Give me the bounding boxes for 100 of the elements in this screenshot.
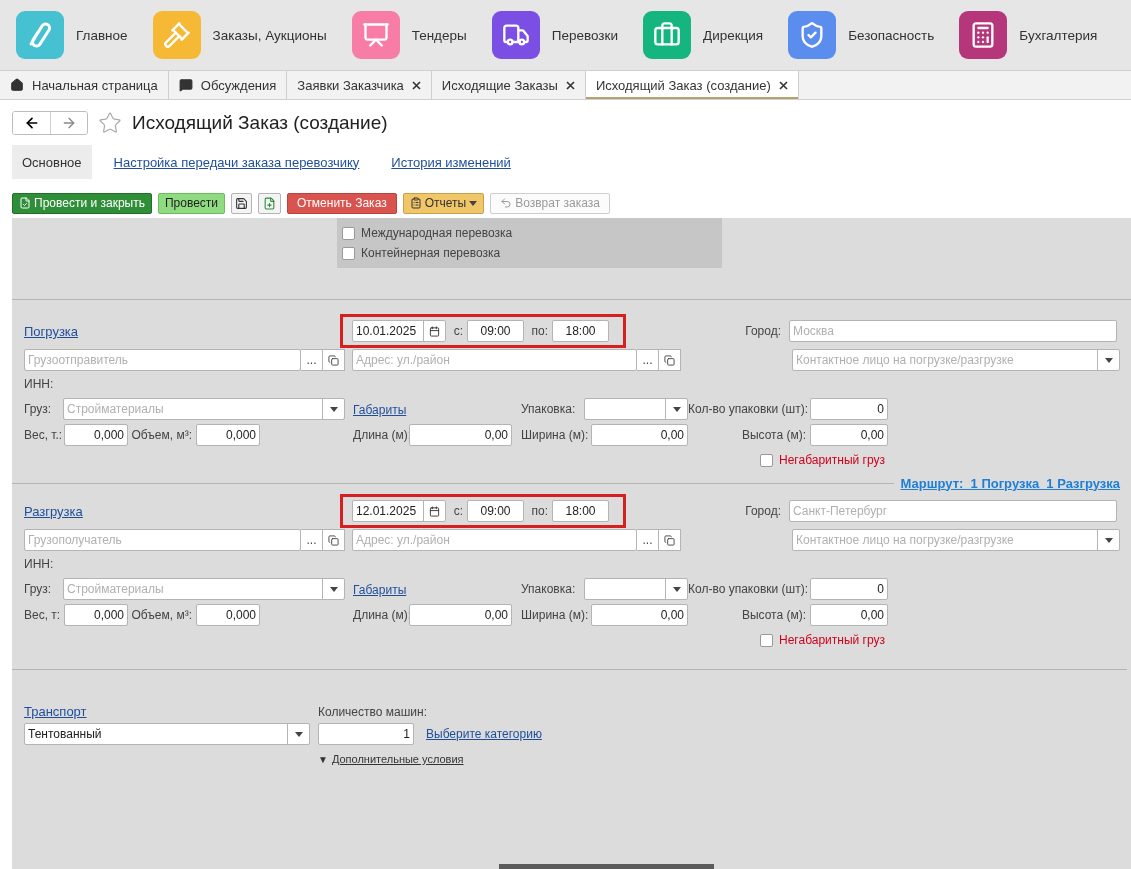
dimensions-link[interactable]: Габариты: [353, 583, 407, 597]
field-label: Груз:: [24, 402, 53, 416]
field-label: Вес, т.:: [24, 428, 64, 442]
packaging-dropdown[interactable]: [584, 398, 688, 420]
time-field[interactable]: 09:00: [467, 500, 524, 522]
time-field[interactable]: 09:00: [467, 320, 524, 342]
field-label: Объем, м³:: [130, 428, 193, 442]
nav-item[interactable]: Заказы, Аукционы: [152, 11, 327, 59]
height-field[interactable]: 0,00: [810, 604, 888, 626]
transport-type-dropdown[interactable]: Тентованный: [24, 723, 310, 745]
date-field[interactable]: 12.01.2025: [352, 500, 446, 522]
open-button[interactable]: [659, 349, 681, 371]
checkbox[interactable]: [342, 226, 355, 240]
caret-icon: [329, 406, 338, 412]
weight-field[interactable]: 0,000: [64, 604, 128, 626]
packaging-dropdown[interactable]: [584, 578, 688, 600]
field-label: Груз:: [24, 582, 53, 596]
field-label: ИНН:: [24, 557, 54, 571]
post-and-close-button[interactable]: Провести и закрыть: [12, 192, 152, 214]
open-icon: [664, 354, 675, 366]
save-button[interactable]: [231, 192, 253, 214]
star-icon[interactable]: [98, 111, 122, 135]
nav-item[interactable]: Главное: [16, 11, 128, 59]
open-button[interactable]: [323, 529, 345, 551]
tab[interactable]: Исходящий Заказ (создание): [585, 71, 799, 99]
open-icon: [328, 534, 339, 546]
open-icon: [328, 354, 339, 366]
report-icon: [409, 197, 422, 209]
forward-arrow-icon: [61, 115, 77, 131]
document-plus-icon: [263, 196, 277, 210]
caret-icon: [672, 586, 681, 592]
chat-icon: [178, 78, 193, 92]
time-field[interactable]: 18:00: [552, 500, 609, 522]
select-button[interactable]: ...: [637, 349, 659, 371]
field-label: Количество машин:: [318, 705, 427, 720]
calendar-icon: [429, 325, 440, 337]
select-button[interactable]: ...: [301, 529, 323, 551]
tab[interactable]: Обсуждения: [168, 71, 288, 99]
select-button[interactable]: ...: [637, 529, 659, 551]
field-label: Ширина (м):: [521, 428, 590, 442]
checkbox-label: Контейнерная перевозка: [361, 246, 501, 260]
checkbox-label: Негабаритный груз: [779, 453, 885, 467]
field-label: ИНН:: [24, 377, 54, 391]
select-button[interactable]: ...: [301, 349, 323, 371]
expand-arrow[interactable]: ▼: [318, 753, 328, 765]
section-link[interactable]: Погрузка: [24, 324, 79, 339]
field-label: Город:: [744, 324, 782, 338]
caret-icon: [1104, 357, 1113, 363]
width-field[interactable]: 0,00: [591, 424, 688, 446]
checkbox[interactable]: [760, 633, 773, 647]
tab[interactable]: Начальная страница: [0, 71, 169, 99]
height-field[interactable]: 0,00: [810, 424, 888, 446]
nav-item[interactable]: Перевозки: [491, 11, 618, 59]
field-label: Кол-во упаковки (шт):: [688, 582, 809, 596]
pack-count-field[interactable]: 0: [810, 398, 888, 420]
post-button[interactable]: Провести: [157, 192, 226, 214]
save-icon: [235, 196, 249, 210]
checkbox[interactable]: [760, 453, 773, 467]
section-tab[interactable]: История изменений: [381, 145, 521, 179]
field-label: Высота (м):: [740, 428, 807, 442]
length-field[interactable]: 0,00: [409, 604, 512, 626]
tab[interactable]: Исходящие Заказы: [431, 71, 586, 99]
cancel-order-button[interactable]: Отменить Заказ: [287, 192, 397, 214]
tab[interactable]: Заявки Заказчика: [287, 71, 432, 99]
vehicle-count-field[interactable]: 1: [318, 723, 414, 745]
section-tab[interactable]: Основное: [12, 145, 92, 179]
extra-conditions-link[interactable]: Дополнительные условия: [331, 753, 464, 765]
open-button[interactable]: [659, 529, 681, 551]
field-label: Объем, м³:: [130, 608, 193, 622]
nav-item[interactable]: Дирекция: [643, 11, 764, 59]
width-field[interactable]: 0,00: [591, 604, 688, 626]
volume-field[interactable]: 0,000: [196, 604, 260, 626]
checkbox-label: Международная перевозка: [361, 226, 513, 240]
section-tab[interactable]: Настройка передачи заказа перевозчику: [103, 145, 370, 179]
dimensions-link[interactable]: Габариты: [353, 403, 407, 417]
nav-item[interactable]: Бухгалтерия: [959, 11, 1098, 59]
field-label: по:: [530, 504, 549, 518]
section-link[interactable]: Разгрузка: [24, 504, 83, 519]
checkbox[interactable]: [342, 246, 355, 260]
open-button[interactable]: [323, 349, 345, 371]
weight-field[interactable]: 0,000: [64, 424, 128, 446]
pack-count-field[interactable]: 0: [810, 578, 888, 600]
nav-item[interactable]: Тендеры: [351, 11, 467, 59]
nav-item[interactable]: Безопасность: [788, 11, 935, 59]
checkbox-label: Негабаритный груз: [779, 633, 885, 647]
volume-field[interactable]: 0,000: [196, 424, 260, 446]
document-check-icon: [19, 197, 31, 209]
field-label: Длина (м):: [353, 428, 409, 442]
field-label: Вес, т:: [24, 608, 62, 622]
field-label: Ширина (м):: [521, 608, 590, 622]
time-field[interactable]: 18:00: [552, 320, 609, 342]
length-field[interactable]: 0,00: [409, 424, 512, 446]
field-label: Длина (м):: [353, 608, 409, 622]
copy-button[interactable]: [258, 192, 282, 214]
caret-icon: [329, 586, 338, 592]
section-link[interactable]: Транспорт: [24, 704, 87, 719]
date-field[interactable]: 10.01.2025: [352, 320, 446, 342]
reports-button[interactable]: Отчеты: [402, 192, 485, 214]
field-label: Упаковка:: [521, 402, 577, 416]
category-link[interactable]: Выберите категорию: [426, 727, 542, 741]
